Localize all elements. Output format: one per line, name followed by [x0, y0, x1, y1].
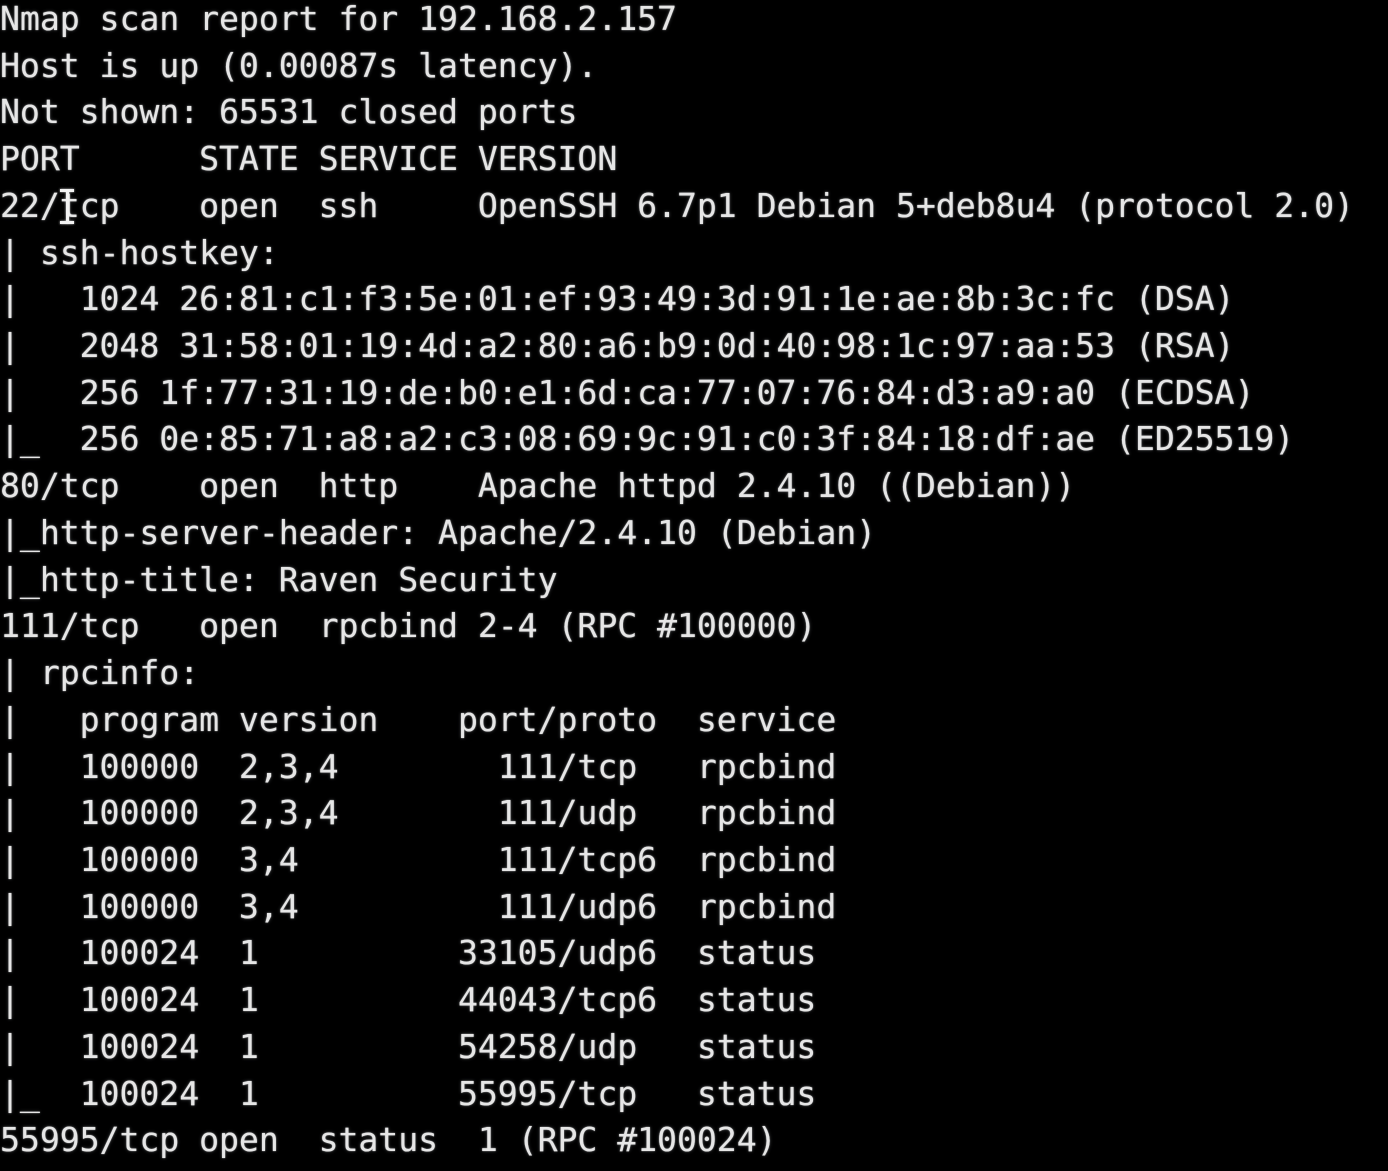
- terminal-line-rpcinfo-label: | rpcinfo:: [0, 653, 200, 693]
- terminal-line-port-table-header: PORT STATE SERVICE VERSION: [0, 139, 618, 179]
- terminal-line-rpcinfo-header: | program version port/proto service: [0, 699, 837, 739]
- terminal-line-port-55995-tcp: 55995/tcp open status 1 (RPC #100024): [0, 1120, 777, 1160]
- terminal-line-rpcinfo-row-2: | 100000 2,3,4 111/udp rpcbind: [0, 793, 837, 833]
- terminal-line-ssh-hostkey-rsa: | 2048 31:58:01:19:4d:a2:80:a6:b9:0d:40:…: [0, 326, 1235, 366]
- terminal-line-ssh-hostkey-dsa: | 1024 26:81:c1:f3:5e:01:ef:93:49:3d:91:…: [0, 279, 1235, 319]
- terminal-line-port-80-tcp: 80/tcp open http Apache httpd 2.4.10 ((D…: [0, 466, 1076, 506]
- terminal-line-rpcinfo-row-4: | 100000 3,4 111/udp6 rpcbind: [0, 886, 837, 926]
- terminal-line-nmap-report-header: Nmap scan report for 192.168.2.157: [0, 0, 677, 38]
- terminal-line-ssh-hostkey-ecdsa: | 256 1f:77:31:19:de:b0:e1:6d:ca:77:07:7…: [0, 372, 1255, 412]
- terminal-line-http-title: |_http-title: Raven Security: [0, 559, 558, 599]
- terminal-line-rpcinfo-row-1: | 100000 2,3,4 111/tcp rpcbind: [0, 746, 837, 786]
- terminal-line-port-111-tcp: 111/tcp open rpcbind 2-4 (RPC #100000): [0, 606, 817, 646]
- terminal-line-rpcinfo-row-7: | 100024 1 54258/udp status: [0, 1026, 817, 1066]
- terminal-line-rpcinfo-row-3: | 100000 3,4 111/tcp6 rpcbind: [0, 839, 837, 879]
- terminal-line-ssh-hostkey-label: | ssh-hostkey:: [0, 232, 279, 272]
- terminal-line-host-status: Host is up (0.00087s latency).: [0, 45, 598, 85]
- terminal-line-ssh-hostkey-ed25519: |_ 256 0e:85:71:a8:a2:c3:08:69:9c:91:c0:…: [0, 419, 1295, 459]
- terminal-line-rpcinfo-row-5: | 100024 1 33105/udp6 status: [0, 933, 817, 973]
- terminal-line-port-22-tcp: 22/tcp open ssh OpenSSH 6.7p1 Debian 5+d…: [0, 185, 1354, 225]
- terminal-output[interactable]: Nmap scan report for 192.168.2.157 Host i…: [0, 0, 1388, 1164]
- terminal-line-http-server-header: |_http-server-header: Apache/2.4.10 (Deb…: [0, 512, 877, 552]
- terminal-line-rpcinfo-row-6: | 100024 1 44043/tcp6 status: [0, 980, 817, 1020]
- terminal-window[interactable]: Nmap scan report for 192.168.2.157 Host i…: [0, 0, 1388, 1171]
- terminal-line-rpcinfo-row-8: |_ 100024 1 55995/tcp status: [0, 1073, 817, 1113]
- terminal-line-not-shown: Not shown: 65531 closed ports: [0, 92, 578, 132]
